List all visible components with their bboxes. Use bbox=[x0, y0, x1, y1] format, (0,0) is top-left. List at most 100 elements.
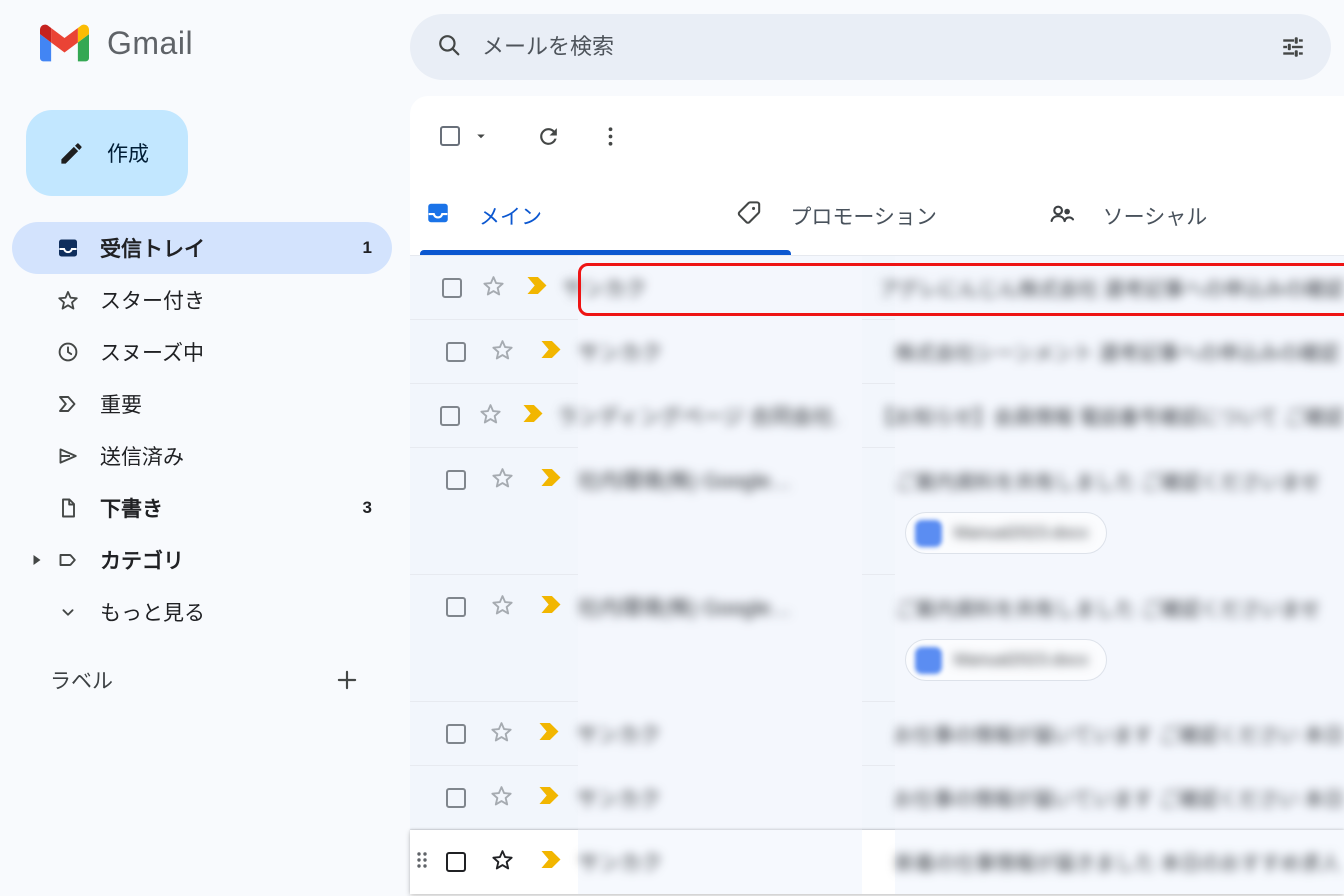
email-row[interactable]: サンカク お仕事の情報が届いています ご確認ください 本日 bbox=[410, 766, 1344, 830]
row-checkbox[interactable] bbox=[446, 724, 466, 744]
tab-primary[interactable]: メイン bbox=[410, 176, 721, 255]
subject-text: 【お知らせ】会員情報 電話番号確認について ご確認 bbox=[874, 401, 1344, 430]
email-row[interactable]: 社内環境(株) Google… ご案内資料を共有しました ご確認くださいませ M… bbox=[410, 448, 1344, 575]
sender-text: サンカク bbox=[576, 783, 860, 813]
search-input[interactable] bbox=[482, 34, 1271, 60]
row-checkbox[interactable] bbox=[446, 342, 466, 362]
caret-down-icon[interactable] bbox=[472, 127, 490, 145]
labels-section-header: ラベル bbox=[12, 652, 392, 708]
app-title: Gmail bbox=[107, 25, 193, 62]
importance-marker-icon[interactable] bbox=[540, 594, 565, 620]
email-row[interactable]: サンカク 新着の仕事情報が届きました 本日のおすすめ求人 bbox=[410, 830, 1344, 894]
importance-marker-icon[interactable] bbox=[526, 275, 551, 301]
attachment-chip[interactable]: Manual2023.docx bbox=[905, 639, 1107, 681]
compose-button[interactable]: 作成 bbox=[26, 110, 188, 196]
row-checkbox[interactable] bbox=[446, 470, 466, 490]
tab-promotions[interactable]: プロモーション bbox=[721, 176, 1032, 255]
drag-handle[interactable] bbox=[410, 256, 432, 320]
star-icon bbox=[56, 288, 80, 312]
drag-handle[interactable] bbox=[410, 830, 434, 894]
drag-handle[interactable] bbox=[410, 575, 434, 639]
inbox-tab-icon bbox=[425, 200, 451, 231]
subject-text: ご案内資料を共有しました ご確認くださいませ bbox=[895, 466, 1344, 495]
subject-text: アグレにんじん株式会社 選考記事への申込みの確認 bbox=[879, 273, 1344, 302]
clock-icon bbox=[56, 340, 80, 364]
drag-handle[interactable] bbox=[410, 384, 431, 448]
drag-handle[interactable] bbox=[410, 702, 434, 766]
row-checkbox[interactable] bbox=[440, 406, 460, 426]
people-icon bbox=[1048, 200, 1075, 232]
row-checkbox[interactable] bbox=[446, 852, 466, 872]
plus-icon[interactable] bbox=[330, 663, 364, 697]
email-row[interactable]: 社内環境(株) Google… ご案内資料を共有しました ご確認くださいませ M… bbox=[410, 575, 1344, 702]
star-icon[interactable] bbox=[489, 719, 514, 749]
star-icon[interactable] bbox=[490, 465, 515, 495]
subject-text: ご案内資料を共有しました ご確認くださいませ bbox=[895, 593, 1344, 622]
drag-handle[interactable] bbox=[410, 448, 434, 512]
sidebar-item-label: 送信済み bbox=[100, 441, 184, 471]
star-icon[interactable] bbox=[481, 273, 506, 303]
importance-marker-icon[interactable] bbox=[538, 721, 563, 747]
tab-label: メイン bbox=[479, 201, 542, 231]
sidebar-item-drafts[interactable]: 下書き 3 bbox=[12, 482, 392, 534]
sender-text: サンカク bbox=[578, 337, 862, 367]
sidebar-item-categories[interactable]: カテゴリ bbox=[12, 534, 392, 586]
tab-label: ソーシャル bbox=[1103, 201, 1208, 231]
sidebar-item-count: 3 bbox=[363, 498, 372, 518]
importance-marker-icon[interactable] bbox=[540, 849, 565, 875]
drag-handle[interactable] bbox=[410, 320, 434, 384]
star-icon[interactable] bbox=[490, 337, 515, 367]
sidebar-item-more[interactable]: もっと見る bbox=[12, 586, 392, 638]
sender-text: サンカク bbox=[562, 273, 846, 303]
row-checkbox[interactable] bbox=[446, 788, 466, 808]
search-bar[interactable] bbox=[410, 14, 1331, 80]
attachment-name: Manual2023.docx bbox=[954, 523, 1088, 543]
pencil-icon bbox=[58, 140, 85, 167]
sidebar: 作成 受信トレイ 1 スター付き スヌーズ中 重要 送信済み 下書き 3 カテゴ… bbox=[0, 96, 410, 896]
email-row[interactable]: サンカク 株式会社シーンメント 選考記事への申込みの確認 bbox=[410, 320, 1344, 384]
search-icon[interactable] bbox=[436, 32, 462, 63]
tune-icon[interactable] bbox=[1271, 25, 1315, 69]
send-icon bbox=[56, 444, 80, 468]
tag-icon bbox=[736, 200, 762, 231]
mail-pane: メイン プロモーション ソーシャル サンカク アグレにんじん株式会社 選 bbox=[410, 96, 1344, 896]
refresh-icon[interactable] bbox=[526, 114, 570, 158]
sidebar-item-sent[interactable]: 送信済み bbox=[12, 430, 392, 482]
email-row[interactable]: ランディングページ 合同会社… 【お知らせ】会員情報 電話番号確認について ご確… bbox=[410, 384, 1344, 448]
labels-title: ラベル bbox=[50, 665, 113, 695]
inbox-tabs: メイン プロモーション ソーシャル bbox=[410, 176, 1344, 256]
row-checkbox[interactable] bbox=[446, 597, 466, 617]
subject-text: お仕事の情報が届いています ご確認ください 本日 bbox=[893, 783, 1344, 812]
email-row[interactable]: サンカク アグレにんじん株式会社 選考記事への申込みの確認 bbox=[410, 256, 1344, 320]
tab-label: プロモーション bbox=[790, 201, 937, 231]
subject-text: 新着の仕事情報が届きました 本日のおすすめ求人 bbox=[895, 847, 1344, 876]
email-row[interactable]: サンカク お仕事の情報が届いています ご確認ください 本日 bbox=[410, 702, 1344, 766]
sidebar-item-label: スター付き bbox=[100, 285, 205, 315]
importance-marker-icon[interactable] bbox=[538, 785, 563, 811]
row-checkbox[interactable] bbox=[442, 278, 462, 298]
importance-marker-icon[interactable] bbox=[540, 339, 565, 365]
subject-text: 株式会社シーンメント 選考記事への申込みの確認 bbox=[895, 337, 1344, 366]
importance-marker-icon[interactable] bbox=[540, 467, 565, 493]
drag-handle[interactable] bbox=[410, 766, 434, 830]
sidebar-nav: 受信トレイ 1 スター付き スヌーズ中 重要 送信済み 下書き 3 カテゴリ も… bbox=[0, 222, 410, 638]
tab-social[interactable]: ソーシャル bbox=[1033, 176, 1344, 255]
importance-marker-icon[interactable] bbox=[522, 403, 547, 429]
sidebar-item-starred[interactable]: スター付き bbox=[12, 274, 392, 326]
sidebar-item-important[interactable]: 重要 bbox=[12, 378, 392, 430]
more-vert-icon[interactable] bbox=[588, 114, 632, 158]
sidebar-item-inbox[interactable]: 受信トレイ 1 bbox=[12, 222, 392, 274]
select-all-checkbox[interactable] bbox=[440, 126, 460, 146]
sidebar-item-label: 下書き bbox=[100, 493, 163, 523]
attachment-chip[interactable]: Manual2023.docx bbox=[905, 512, 1107, 554]
sidebar-item-count: 1 bbox=[363, 238, 372, 258]
expand-triangle-icon[interactable] bbox=[32, 554, 44, 566]
star-icon[interactable] bbox=[490, 592, 515, 622]
star-icon[interactable] bbox=[478, 401, 503, 431]
compose-label: 作成 bbox=[107, 138, 149, 168]
app-header: Gmail bbox=[0, 0, 1344, 96]
sender-text: サンカク bbox=[576, 719, 860, 749]
sidebar-item-snoozed[interactable]: スヌーズ中 bbox=[12, 326, 392, 378]
star-icon[interactable] bbox=[489, 783, 514, 813]
star-icon[interactable] bbox=[490, 847, 515, 877]
